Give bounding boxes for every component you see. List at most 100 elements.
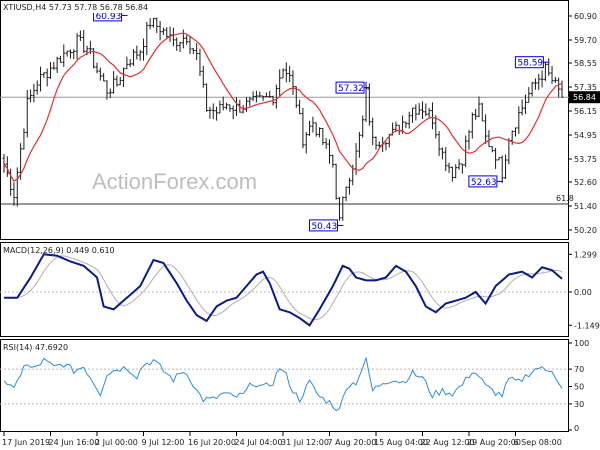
price-bar	[411, 107, 415, 123]
price-y-tick-label: 57.35	[574, 83, 597, 92]
price-y-tick-label: 51.40	[574, 202, 597, 211]
price-bar	[115, 75, 119, 87]
price-bar	[427, 107, 431, 118]
price-bar	[12, 182, 16, 206]
price-bar	[171, 27, 175, 47]
fib-label: 61.8	[556, 194, 574, 203]
price-bar	[547, 58, 551, 76]
price-bar	[480, 102, 484, 122]
rsi-header: RSI(14) 47.6920	[3, 343, 68, 352]
price-bar	[417, 103, 421, 115]
price-bar	[225, 102, 229, 110]
price-bar	[221, 96, 225, 111]
rsi-y-tick-label: 100	[574, 339, 589, 348]
price-bar	[42, 72, 46, 78]
macd-panel-frame	[0, 242, 569, 337]
price-y-tick-label: 56.15	[574, 107, 597, 116]
price-bar	[108, 88, 112, 99]
price-bar	[228, 104, 232, 112]
price-bar	[98, 67, 102, 81]
rsi-y-tick-label: 70	[574, 365, 584, 374]
price-bar	[32, 83, 36, 103]
price-bar	[347, 177, 351, 195]
price-y-tick-label: 54.95	[574, 131, 597, 140]
price-bar	[527, 87, 531, 103]
macd-y-tick-label: 0.00	[574, 288, 592, 297]
price-bar	[288, 65, 292, 83]
price-y-tick-label: 60.90	[574, 12, 597, 21]
price-bar	[291, 70, 295, 95]
svg-text:58.59: 58.59	[517, 59, 543, 69]
price-bar	[248, 96, 252, 106]
price-bar	[367, 83, 371, 126]
price-bar	[264, 92, 268, 98]
price-bar	[281, 68, 285, 79]
price-bar	[460, 163, 464, 174]
macd-panel: 1.299 0.00 -1.149 MACD(12,26,9) 0.449 0.61…	[0, 242, 600, 337]
rsi-line	[3, 357, 563, 412]
x-tick-label: 9 Jul 12:00	[142, 438, 185, 447]
price-bar	[533, 78, 537, 90]
price-bar	[254, 90, 258, 103]
price-bar	[29, 89, 33, 103]
macd-line	[4, 253, 563, 327]
price-bar	[258, 91, 262, 97]
price-bar	[191, 47, 195, 55]
price-bar	[537, 73, 541, 90]
price-bar	[384, 141, 388, 151]
price-bar	[361, 115, 365, 138]
price-y-tick-label: 53.75	[574, 155, 597, 164]
x-tick-label: 24 Jul 04:00	[235, 438, 283, 447]
price-bar	[424, 103, 428, 117]
x-tick-label: 2 Jul 00:00	[95, 438, 138, 447]
price-bar	[560, 80, 564, 98]
price-bar	[65, 50, 69, 57]
price-header: XTIUSD,H4 57.73 57.78 56.78 56.84	[3, 3, 148, 12]
price-bar	[161, 27, 165, 35]
rsi-y-tick-label: 0	[574, 424, 579, 433]
price-bar	[421, 101, 424, 119]
price-bar	[218, 100, 222, 114]
rsi-panel: 100 70 50 30 0 RSI(14) 47.6920	[0, 339, 589, 433]
price-bar	[72, 49, 76, 60]
price-bar	[444, 147, 448, 172]
price-panel: ActionForex.com 61.8 60.93 57.32 50.43 58.5…	[0, 0, 600, 240]
price-bar	[490, 146, 494, 153]
price-annotation: 50.43	[308, 219, 344, 232]
price-bar	[341, 196, 345, 221]
price-y-tick-label: 52.60	[574, 178, 597, 187]
price-bar	[550, 65, 554, 84]
price-bar	[215, 106, 219, 121]
x-tick-label: 7 Aug 20:00	[328, 438, 377, 447]
price-bar	[308, 120, 312, 136]
price-bar	[142, 38, 145, 61]
price-bar	[75, 33, 79, 60]
price-bar	[52, 61, 56, 70]
price-bar	[371, 117, 375, 146]
price-bar	[557, 77, 561, 98]
price-bar	[125, 56, 129, 70]
price-bar	[138, 50, 142, 61]
price-bar	[145, 21, 149, 56]
price-bar	[165, 27, 169, 38]
price-bar	[268, 90, 272, 98]
price-bar	[507, 138, 511, 165]
rsi-y-tick-label: 50	[574, 383, 584, 392]
price-bar	[208, 106, 212, 119]
price-bar	[128, 59, 132, 67]
price-bar	[404, 121, 408, 129]
price-bar	[95, 62, 99, 74]
price-bar	[517, 106, 521, 135]
price-bar	[231, 105, 235, 120]
price-bar	[2, 154, 6, 173]
svg-text:52.63: 52.63	[471, 178, 497, 188]
moving-average-line	[3, 32, 563, 182]
price-bar	[324, 138, 328, 149]
forex-chart: ActionForex.com 61.8 60.93 57.32 50.43 58.5…	[0, 0, 600, 447]
price-bar	[514, 127, 517, 137]
x-tick-label: 31 Jul 12:00	[281, 438, 329, 447]
price-bar	[301, 107, 305, 149]
price-bar	[540, 70, 544, 88]
price-bar	[357, 132, 361, 158]
price-bar	[35, 80, 39, 95]
